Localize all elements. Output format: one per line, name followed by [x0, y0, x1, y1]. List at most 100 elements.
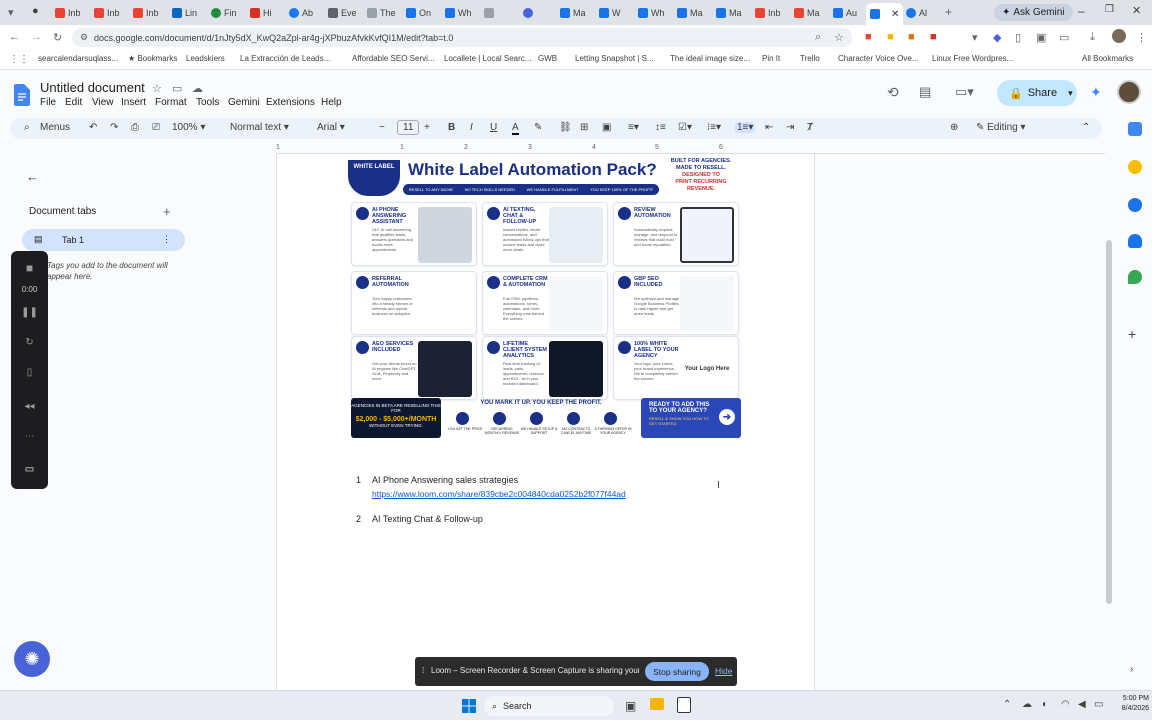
reload-icon[interactable]: ↻ [53, 31, 62, 44]
browser-tab[interactable]: Inb [94, 4, 120, 22]
maps-icon[interactable] [1128, 270, 1142, 284]
highlight-icon[interactable]: ✎ [534, 122, 542, 133]
back-icon[interactable]: ← [9, 31, 20, 43]
task-view-icon[interactable]: ▣ [625, 699, 636, 713]
image-icon[interactable]: ▣ [602, 122, 611, 133]
increase-indent-icon[interactable]: ⇥ [786, 122, 794, 133]
font-select[interactable]: Arial ▾ [317, 122, 345, 133]
bookmark-item[interactable]: Pin It [762, 54, 780, 63]
kebab-menu-icon[interactable]: ⋮ [1136, 31, 1147, 44]
menu-file[interactable]: File [40, 97, 56, 108]
bookmark-item[interactable]: The ideal image size... [670, 54, 750, 63]
browser-tab[interactable]: Wh [638, 4, 665, 22]
wifi-icon[interactable]: ◠ [1061, 699, 1070, 710]
browser-tab[interactable]: Al [906, 4, 927, 22]
docs-logo-icon[interactable] [14, 84, 30, 106]
list-item[interactable]: AI Phone Answering sales strategies [372, 475, 518, 485]
bookmark-item[interactable]: GWB [538, 54, 557, 63]
tab-options-icon[interactable]: ⋮ [162, 234, 171, 245]
stop-icon[interactable]: ■ [11, 261, 48, 275]
app-icon[interactable] [677, 697, 691, 713]
browser-tab-active[interactable]: ✕ [866, 3, 904, 25]
all-bookmarks[interactable]: All Bookmarks [1082, 54, 1133, 63]
browser-tab[interactable]: Ma [677, 4, 703, 22]
forward-icon[interactable]: → [31, 31, 42, 43]
new-tab-icon[interactable]: + [945, 5, 952, 19]
menu-extensions[interactable]: Extensions [266, 97, 315, 108]
browser-tab[interactable] [523, 4, 533, 22]
undo-icon[interactable]: ↶ [89, 122, 97, 133]
extension-icon[interactable]: ■ [930, 31, 937, 43]
browser-tab[interactable]: Au [833, 4, 857, 22]
menu-view[interactable]: View [92, 97, 114, 108]
menu-gemini[interactable]: Gemini [228, 97, 260, 108]
bookmark-item[interactable]: Linux Free Wordpres... [932, 54, 1013, 63]
infographic-image[interactable]: WHITE LABEL White Label Automation Pack?… [348, 156, 742, 444]
browser-tab[interactable]: Eve [328, 4, 357, 22]
tray-icon[interactable]: ◐ [1042, 699, 1048, 710]
more-icon[interactable]: ⋯ [11, 431, 48, 442]
style-select[interactable]: Normal text ▾ [230, 122, 289, 133]
bookmark-item[interactable]: Letting Snapshot | S... [575, 54, 654, 63]
browser-tab[interactable]: On [406, 4, 431, 22]
redo-icon[interactable]: ↷ [110, 122, 118, 133]
menu-insert[interactable]: Insert [121, 97, 146, 108]
tab-search-icon[interactable]: ▾ [8, 6, 14, 19]
gemini-icon[interactable]: ✦ [1090, 84, 1102, 101]
browser-tab[interactable]: Wh [445, 4, 472, 22]
drag-handle-icon[interactable]: ⁞ [422, 666, 424, 675]
clock-date[interactable]: 8/4/2026 [1110, 705, 1149, 712]
menu-tools[interactable]: Tools [196, 97, 219, 108]
menu-format[interactable]: Format [155, 97, 187, 108]
loom-link[interactable]: https://www.loom.com/share/839cbe2c00484… [372, 489, 626, 499]
browser-tab[interactable]: Fin [211, 4, 237, 22]
get-addons-icon[interactable]: + [1128, 326, 1136, 342]
browser-tab[interactable]: Lin [172, 4, 197, 22]
extensions-icon[interactable]: ▯ [1015, 31, 1021, 44]
align-icon[interactable]: ≡▾ [628, 122, 639, 133]
checklist-icon[interactable]: ☑▾ [678, 122, 692, 133]
bold-icon[interactable]: B [448, 122, 455, 133]
profile-avatar[interactable] [1112, 29, 1126, 43]
browser-tab[interactable]: The [367, 4, 396, 22]
bookmark-item[interactable]: Character Voice Ove... [838, 54, 918, 63]
volume-icon[interactable]: ◀ [1078, 699, 1086, 710]
back-arrow-icon[interactable]: ← [26, 169, 39, 184]
browser-tab[interactable] [484, 4, 494, 22]
stop-sharing-button[interactable]: Stop sharing [645, 662, 709, 681]
extension-icon[interactable]: ■ [908, 31, 915, 43]
underline-icon[interactable]: U [490, 122, 497, 133]
account-avatar[interactable] [1117, 80, 1141, 104]
sidepanel-icon[interactable]: ▣ [1036, 31, 1046, 44]
browser-tab[interactable]: Ab [289, 4, 313, 22]
close-window-icon[interactable]: ✕ [1132, 4, 1141, 17]
tab-groups-icon[interactable]: ▭ [1059, 31, 1069, 44]
restart-icon[interactable]: ↻ [11, 337, 48, 348]
zoom-select[interactable]: 100% ▾ [172, 122, 205, 133]
taskbar-search[interactable]: ⌕ Search [484, 696, 614, 716]
bookmark-item[interactable]: ★ Bookmarks [128, 54, 177, 63]
browser-tab[interactable]: Ma [716, 4, 742, 22]
calendar-icon[interactable] [1128, 122, 1142, 136]
hide-button[interactable]: Hide [715, 666, 732, 676]
contacts-icon[interactable] [1128, 234, 1142, 248]
meet-icon[interactable]: ▭▾ [955, 84, 974, 100]
decrease-indent-icon[interactable]: ⇤ [765, 122, 773, 133]
extension-icon[interactable]: ■ [887, 31, 894, 43]
url-field[interactable]: docs.google.com/document/d/1nJty5dX_KwQ2… [72, 28, 852, 47]
bookmark-item[interactable]: Leadskiers [186, 54, 225, 63]
delete-icon[interactable]: ▯ [11, 367, 48, 378]
apps-icon[interactable]: ⋮⋮ [9, 54, 29, 65]
draw-icon[interactable]: ◂◂ [11, 401, 48, 412]
minimize-icon[interactable]: – [1078, 4, 1085, 18]
loom-button[interactable]: ✺ [14, 641, 50, 677]
tasks-icon[interactable] [1128, 198, 1142, 212]
site-info-icon[interactable]: ⚙ [80, 32, 88, 43]
italic-icon[interactable]: I [470, 122, 473, 133]
zoom-icon[interactable]: ⌕ [815, 31, 821, 44]
pause-icon[interactable]: ❚❚ [11, 307, 48, 318]
comments-icon[interactable]: ▤ [919, 84, 931, 100]
browser-tab[interactable]: Inb [133, 4, 159, 22]
list-item[interactable]: AI Texting Chat & Follow-up [372, 514, 483, 524]
increase-font-icon[interactable]: + [424, 122, 430, 133]
